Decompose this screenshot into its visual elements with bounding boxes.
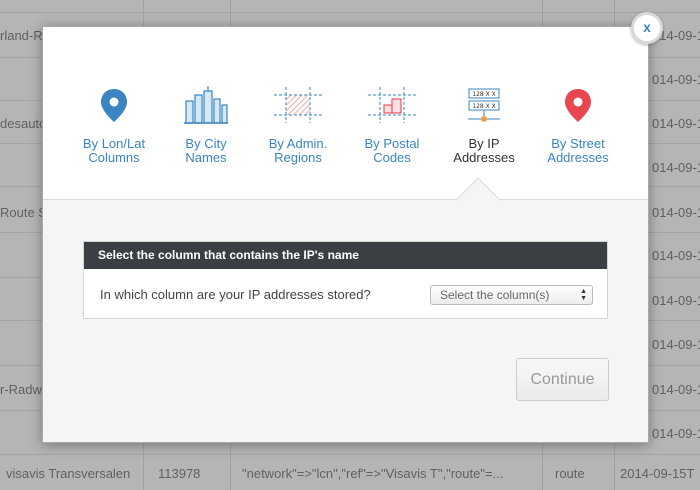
column-select-value: Select the column(s) bbox=[440, 288, 550, 302]
option-label-line2: Regions bbox=[274, 150, 322, 165]
city-skyline-icon bbox=[184, 86, 228, 124]
option-label-line2: Addresses bbox=[453, 150, 515, 165]
select-arrows-icon: ▲ ▼ bbox=[580, 288, 587, 302]
option-label-line1: By Street bbox=[551, 136, 605, 151]
column-select-panel: Select the column that contains the IP's… bbox=[83, 241, 608, 319]
geocode-modal: By Lon/Lat Columns By City Names By Admi… bbox=[42, 26, 649, 443]
option-postal-codes[interactable]: By Postal Codes bbox=[347, 85, 437, 165]
ip-address-icon: 128 X X 128 X X bbox=[468, 88, 500, 122]
option-label-line2: Names bbox=[185, 150, 227, 165]
option-label-line1: By Lon/Lat bbox=[82, 136, 146, 151]
close-button[interactable]: x bbox=[631, 12, 663, 44]
panel-question: In which column are your IP addresses st… bbox=[100, 287, 371, 302]
street-pin-icon bbox=[565, 89, 591, 122]
column-select[interactable]: Select the column(s) ▲ ▼ bbox=[430, 285, 593, 305]
admin-region-icon bbox=[274, 87, 322, 123]
ip-icon-text: 128 X X bbox=[472, 103, 496, 110]
option-lon-lat-columns[interactable]: By Lon/Lat Columns bbox=[69, 85, 159, 165]
option-label-line2: Columns bbox=[88, 150, 140, 165]
option-label-line1: By City bbox=[185, 136, 227, 151]
option-label-line2: Addresses bbox=[547, 150, 609, 165]
option-admin-regions[interactable]: By Admin. Regions bbox=[253, 85, 343, 165]
option-label-line1: By IP bbox=[468, 136, 500, 151]
option-city-names[interactable]: By City Names bbox=[161, 85, 251, 165]
ip-icon-text: 128 X X bbox=[472, 91, 496, 98]
option-ip-addresses[interactable]: 128 X X 128 X X By IP Addresses bbox=[439, 85, 529, 165]
option-label-line1: By Postal bbox=[364, 136, 420, 151]
continue-button[interactable]: Continue bbox=[516, 358, 609, 401]
geocode-type-selector: By Lon/Lat Columns By City Names By Admi… bbox=[43, 27, 648, 200]
panel-title: Select the column that contains the IP's… bbox=[84, 242, 607, 269]
option-label-line2: Codes bbox=[373, 150, 411, 165]
option-label-line1: By Admin. bbox=[268, 136, 328, 151]
option-street-addresses[interactable]: By Street Addresses bbox=[533, 85, 623, 165]
postal-codes-icon bbox=[368, 87, 416, 123]
map-pin-icon bbox=[101, 89, 127, 122]
